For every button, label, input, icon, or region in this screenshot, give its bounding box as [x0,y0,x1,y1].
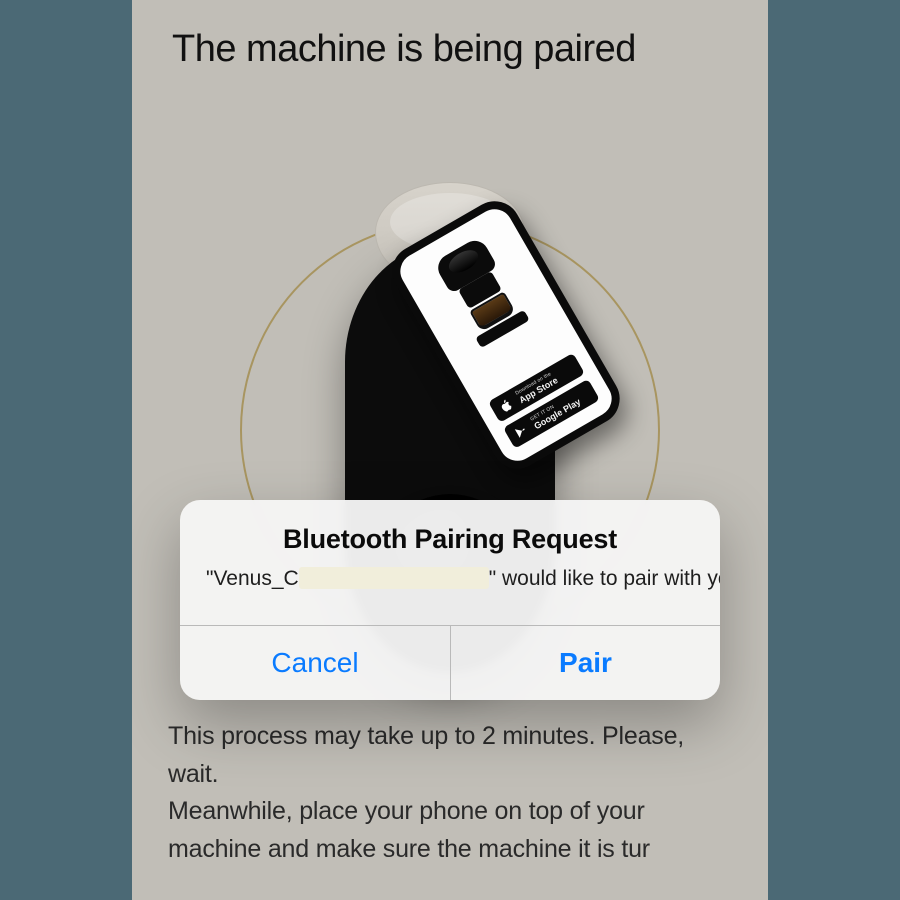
page-description: This process may take up to 2 minutes. P… [168,718,732,868]
description-line-2: Meanwhile, place your phone on top of yo… [168,793,732,868]
redacted-device-name [299,567,489,589]
alert-message: "Venus_C" would like to pair with your i… [206,565,694,593]
alert-actions: Cancel Pair [180,626,720,700]
pairing-alert: Bluetooth Pairing Request "Venus_C" woul… [180,500,720,700]
apple-icon [497,396,516,415]
alert-title: Bluetooth Pairing Request [206,524,694,555]
description-line-1: This process may take up to 2 minutes. P… [168,718,732,793]
alert-header: Bluetooth Pairing Request "Venus_C" woul… [180,500,720,613]
pair-button[interactable]: Pair [450,626,720,700]
google-play-icon [512,422,531,441]
app-screen: The machine is being paired [132,0,768,900]
page-title: The machine is being paired [172,28,728,71]
mini-machine-icon [430,234,539,360]
alert-device-suffix: " would like to pair with your iPhone. [489,567,720,590]
alert-device-prefix: "Venus_C [206,567,299,590]
cancel-button[interactable]: Cancel [180,626,450,700]
